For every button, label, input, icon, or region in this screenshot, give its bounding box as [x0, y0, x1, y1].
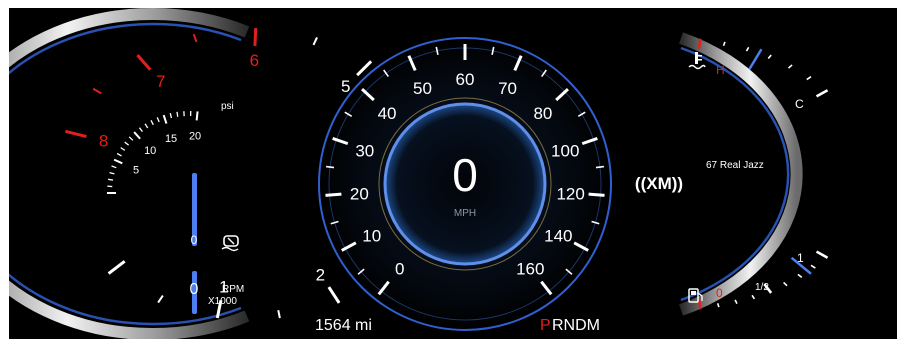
right-blue-ring — [680, 46, 790, 302]
tach-blue-ring — [9, 22, 242, 326]
boost-number: 10 — [144, 145, 156, 157]
boost-unit-label: psi — [221, 101, 234, 112]
boost-tick — [150, 120, 154, 126]
speed-minor-tick — [325, 165, 335, 169]
speed-major-tick — [325, 192, 342, 197]
speed-unit-label: MPH — [454, 208, 476, 219]
tach-number: 5 — [341, 77, 350, 96]
temp-hot-label: H — [716, 63, 725, 77]
boost-tick — [120, 147, 126, 151]
rpm-reading: 0 — [190, 281, 199, 298]
speed-number: 0 — [395, 260, 404, 279]
temperature-tick — [815, 89, 829, 98]
instrument-cluster: 12345678 5101520 psi 0 0 RPM X1000 01020… — [9, 8, 897, 339]
boost-tick — [144, 123, 149, 129]
temperature-tick — [697, 38, 702, 49]
temp-fuel-gauge: H C 0 1/2 1 — [679, 32, 829, 316]
rpm-multiplier-label: X1000 — [208, 296, 237, 307]
fuel-empty-label: 0 — [716, 286, 723, 300]
speed-number: 10 — [362, 226, 381, 245]
speed-readout: 0 — [452, 149, 478, 201]
speed-minor-tick — [595, 165, 605, 169]
boost-tick — [162, 114, 168, 124]
gear-others: RNDM — [552, 317, 600, 334]
tach-number: 8 — [99, 132, 108, 151]
temperature-tick — [745, 46, 750, 52]
speed-major-tick — [588, 192, 605, 197]
boost-tick — [133, 131, 141, 140]
fuel-tick — [751, 294, 756, 300]
tach-minor-tick — [192, 33, 198, 43]
temperature-needle — [748, 48, 763, 70]
fuel-tick — [697, 299, 702, 310]
speed-number: 100 — [551, 141, 579, 160]
boost-tick — [124, 141, 130, 146]
fuel-tick — [815, 250, 829, 259]
traction-control-icon — [221, 235, 239, 252]
speed-number: 30 — [355, 141, 374, 160]
gear-selector: P RNDM — [540, 317, 600, 334]
tach-major-tick — [65, 129, 87, 139]
boost-tick — [128, 136, 134, 141]
rpm-unit-label: RPM — [222, 284, 244, 295]
boost-tick — [156, 117, 160, 123]
boost-tick — [109, 171, 115, 175]
tach-minor-tick — [312, 37, 318, 46]
boost-tick — [176, 111, 179, 117]
boost-number: 15 — [165, 133, 177, 145]
tach-major-tick — [136, 54, 152, 71]
fuel-tick — [810, 264, 816, 269]
fuel-tick — [797, 273, 803, 279]
boost-tick — [138, 127, 143, 133]
boost-tick — [195, 111, 199, 121]
tach-number: 7 — [156, 72, 165, 91]
temperature-tick — [767, 54, 772, 60]
boost-tick — [116, 152, 122, 157]
tach-number: 6 — [250, 51, 259, 70]
tach-minor-tick — [277, 310, 281, 319]
boost-gauge-numbers: 5 10 15 20 — [133, 130, 201, 176]
tach-minor-tick — [92, 87, 102, 95]
speed-number: 40 — [378, 104, 397, 123]
tach-chrome-bezel — [9, 8, 250, 339]
speedometer: 0 10 20 3040 50 60 70 80 100 120 140160 0 MPH — [318, 37, 612, 331]
cluster-graphics: 12345678 5101520 psi 0 0 RPM X1000 01020… — [9, 8, 829, 339]
speed-number: 20 — [350, 185, 369, 204]
fuel-tick — [734, 299, 738, 305]
boost-tick — [111, 165, 117, 169]
boost-number: 20 — [189, 130, 201, 142]
fuel-tick — [783, 281, 788, 287]
tach-major-tick — [107, 260, 126, 275]
speed-number: 80 — [533, 104, 552, 123]
boost-tick — [108, 178, 114, 181]
tach-major-tick — [253, 28, 258, 47]
temperature-tick — [806, 76, 812, 81]
gear-active: P — [540, 317, 551, 334]
temperature-tick — [787, 64, 793, 69]
speed-number: 70 — [498, 79, 517, 98]
temp-cold-label: C — [795, 97, 804, 111]
speed-number: 60 — [456, 70, 475, 89]
temperature-tick — [722, 41, 726, 47]
tach-major-tick — [327, 286, 341, 304]
speed-number: 50 — [413, 79, 432, 98]
xm-radio-icon: ((XM)) — [635, 174, 683, 193]
tach-minor-tick — [157, 295, 164, 304]
odometer: 1564 mi — [315, 317, 372, 334]
boost-reading: 0 — [191, 233, 198, 247]
speed-number: 120 — [556, 185, 584, 204]
tach-number: 2 — [316, 266, 325, 285]
coolant-temp-icon — [688, 52, 706, 70]
boost-number: 5 — [133, 164, 139, 176]
boost-tick — [113, 158, 123, 165]
boost-tick — [169, 113, 173, 119]
fuel-half-label: 1/2 — [755, 282, 769, 293]
speed-number: 160 — [516, 260, 544, 279]
speed-number: 140 — [544, 226, 572, 245]
fuel-tick — [716, 302, 720, 308]
radio-station: 67 Real Jazz — [706, 160, 764, 171]
